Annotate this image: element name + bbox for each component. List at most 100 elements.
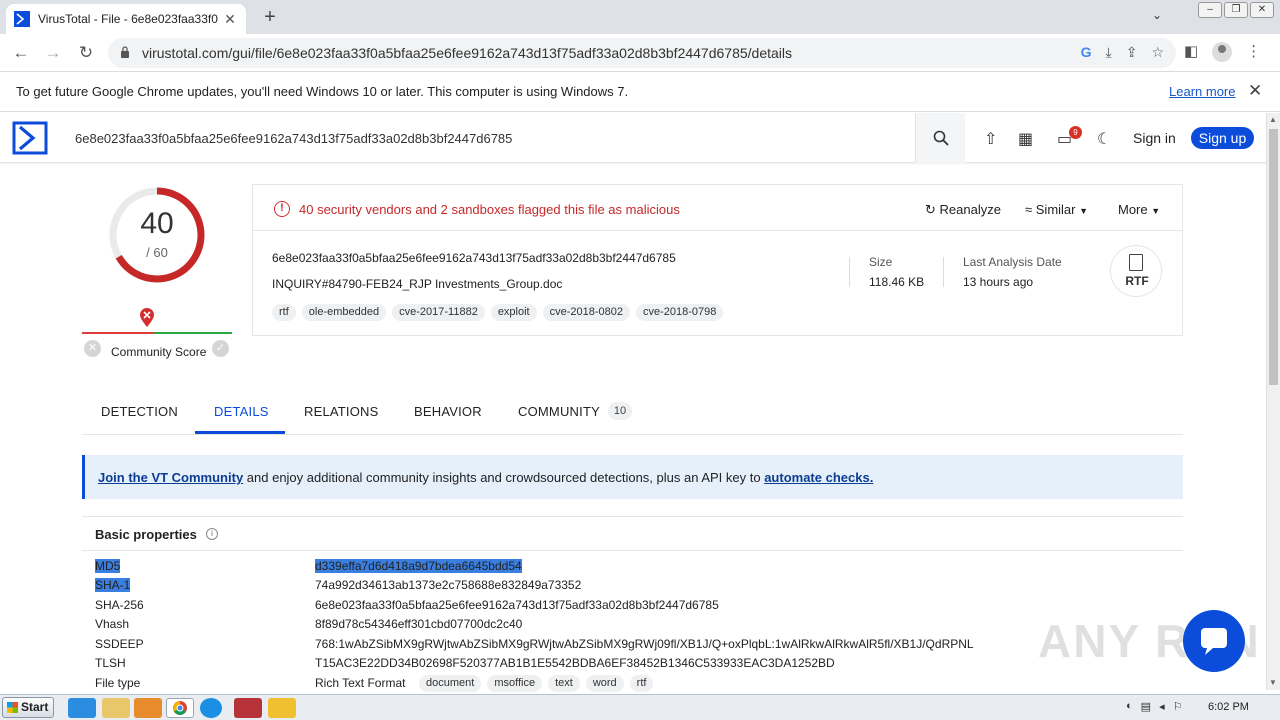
downvote-icon[interactable]: ✕ <box>84 340 101 357</box>
start-button[interactable]: Start <box>2 697 54 718</box>
restore-icon[interactable]: ❐ <box>1224 2 1248 18</box>
tray-icon[interactable]: ◐ <box>1126 700 1133 713</box>
tag-chip[interactable]: cve-2017-11882 <box>392 304 485 321</box>
detection-count: 40 <box>140 207 174 240</box>
sign-in-link[interactable]: Sign in <box>1133 130 1176 146</box>
upload-icon[interactable]: ⇧ <box>984 129 997 149</box>
virustotal-logo-icon[interactable] <box>12 121 48 155</box>
info-icon[interactable]: i <box>206 528 218 540</box>
tag-chip[interactable]: cve-2018-0802 <box>542 304 630 321</box>
community-score: ✕ Community Score ✓ <box>82 308 232 359</box>
tag-chip[interactable]: rtf <box>629 675 654 692</box>
address-bar[interactable]: virustotal.com/gui/file/6e8e023faa33f0a5… <box>108 38 1176 68</box>
similar-label: Similar <box>1035 202 1076 217</box>
property-value[interactable]: d339effa7d6d418a9d7bdea6645bdd54 <box>315 559 522 573</box>
close-tab-icon[interactable]: ✕ <box>222 11 238 28</box>
tag-chip[interactable]: cve-2018-0798 <box>636 304 724 321</box>
tab-behavior[interactable]: BEHAVIOR <box>414 404 482 419</box>
chevron-down-icon[interactable]: ⌄ <box>1152 8 1162 22</box>
search-button[interactable] <box>915 113 965 163</box>
property-value[interactable]: 8f89d78c54346eff301cbd07700dc2c40 <box>315 617 522 631</box>
tab-community[interactable]: COMMUNITY <box>518 404 600 419</box>
profile-avatar-icon[interactable] <box>1212 42 1233 62</box>
search-input[interactable]: 6e8e023faa33f0a5bfaa25e6fee9162a743d13f7… <box>62 113 916 163</box>
window-close-icon[interactable]: ✕ <box>1250 2 1274 18</box>
tab-title: VirusTotal - File - 6e8e023faa33f0a5bfaa… <box>38 12 218 26</box>
tag-chip[interactable]: word <box>585 675 624 692</box>
grid-apps-icon[interactable]: ▦ <box>1018 129 1033 149</box>
automate-checks-link[interactable]: automate checks. <box>764 470 873 485</box>
similar-button[interactable]: ≈ Similar ▼ <box>1025 202 1088 217</box>
minimize-icon[interactable]: – <box>1198 2 1222 18</box>
install-app-icon[interactable]: ⤓ <box>1106 44 1112 61</box>
close-infobar-icon[interactable]: ✕ <box>1248 81 1262 101</box>
url-text: virustotal.com/gui/file/6e8e023faa33f0a5… <box>142 45 793 61</box>
more-button[interactable]: More ▼ <box>1118 202 1160 217</box>
chat-widget-button[interactable] <box>1183 610 1245 672</box>
internet-explorer-icon[interactable] <box>68 698 96 718</box>
property-row-md5: MD5 d339effa7d6d418a9d7bdea6645bdd54 <box>95 557 1175 576</box>
property-value: Rich Text Format <box>315 676 406 690</box>
tag-chip[interactable]: rtf <box>272 304 296 321</box>
page-scrollbar[interactable]: ▲ ▼ <box>1266 113 1280 690</box>
google-lens-icon[interactable]: G <box>1081 44 1092 61</box>
property-key: SHA-256 <box>95 598 144 612</box>
reanalyze-button[interactable]: ↻ Reanalyze <box>925 202 1001 218</box>
archive-app-icon[interactable] <box>234 698 262 718</box>
back-arrow-icon[interactable]: ← <box>10 42 32 64</box>
lock-icon <box>121 46 129 58</box>
share-icon[interactable]: ⇪ <box>1126 44 1138 61</box>
malicious-alert-text: 40 security vendors and 2 sandboxes flag… <box>299 202 680 217</box>
property-key: SSDEEP <box>95 637 144 651</box>
media-player-icon[interactable] <box>134 698 162 718</box>
network-icon[interactable]: ▤ <box>1141 700 1151 713</box>
tag-chip[interactable]: exploit <box>490 304 537 321</box>
forward-arrow-icon[interactable]: → <box>42 42 64 64</box>
property-row-vhash: Vhash 8f89d78c54346eff301cbd07700dc2c40 <box>95 615 1175 634</box>
tab-details[interactable]: DETAILS <box>214 404 269 419</box>
scroll-up-icon[interactable]: ▲ <box>1269 115 1277 124</box>
tag-chip[interactable]: msoffice <box>487 675 543 692</box>
alert-circle-icon: ! <box>274 201 290 217</box>
tag-chip[interactable]: document <box>419 675 482 692</box>
file-explorer-icon[interactable] <box>102 698 130 718</box>
browser-tab[interactable]: VirusTotal - File - 6e8e023faa33f0a5bfaa… <box>6 4 246 34</box>
tab-detection[interactable]: DETECTION <box>101 404 178 419</box>
tag-chip[interactable]: ole-embedded <box>301 304 387 321</box>
join-community-link[interactable]: Join the VT Community <box>98 470 243 485</box>
chrome-icon[interactable] <box>166 698 194 718</box>
volume-icon[interactable]: ◂ <box>1159 700 1165 713</box>
property-key: TLSH <box>95 656 126 670</box>
property-value[interactable]: 6e8e023faa33f0a5bfaa25e6fee9162a743d13f7… <box>315 598 719 612</box>
property-value[interactable]: T15AC3E22DD34B02698F520377AB1B1E5542BDBA… <box>315 656 835 670</box>
kebab-menu-icon[interactable]: ⋮ <box>1246 42 1261 62</box>
sign-up-button[interactable]: Sign up <box>1191 127 1254 149</box>
size-label: Size <box>869 255 893 269</box>
community-score-bar <box>82 332 232 334</box>
reload-icon[interactable]: ↻ <box>75 42 97 64</box>
similar-icon: ≈ <box>1025 202 1033 217</box>
tag-chip[interactable]: text <box>548 675 580 692</box>
omnibox-actions: G ⤓ ⇪ ☆ <box>1081 44 1164 61</box>
virustotal-favicon-icon <box>14 11 30 27</box>
side-panel-icon[interactable]: ◧ <box>1184 42 1198 62</box>
scrollbar-thumb[interactable] <box>1269 129 1278 385</box>
section-title: Basic properties <box>95 527 197 542</box>
dark-mode-moon-icon[interactable]: ☾ <box>1097 129 1111 149</box>
bookmark-star-icon[interactable]: ☆ <box>1151 44 1164 61</box>
learn-more-link[interactable]: Learn more <box>1169 84 1235 99</box>
tab-relations[interactable]: RELATIONS <box>304 404 379 419</box>
caret-down-icon: ▼ <box>1079 206 1089 216</box>
scroll-down-icon[interactable]: ▼ <box>1269 678 1277 687</box>
file-sha256[interactable]: 6e8e023faa33f0a5bfaa25e6fee9162a743d13f7… <box>272 251 676 265</box>
upvote-check-icon[interactable]: ✓ <box>212 340 229 357</box>
chat-icon <box>1201 628 1227 655</box>
clock-time[interactable]: 6:02 PM <box>1208 701 1249 713</box>
edge-icon[interactable] <box>200 698 222 718</box>
action-center-flag-icon[interactable]: ⚐ <box>1173 700 1183 713</box>
property-value[interactable]: 768:1wAbZSibMX9gRWjtwAbZSibMX9gRWjtwAbZS… <box>315 637 974 651</box>
app-icon[interactable] <box>268 698 296 718</box>
infobar-message: To get future Google Chrome updates, you… <box>16 84 629 99</box>
property-value[interactable]: 74a992d34613ab1373e2c758688e832849a73352 <box>315 578 581 592</box>
new-tab-icon[interactable]: + <box>258 6 282 29</box>
